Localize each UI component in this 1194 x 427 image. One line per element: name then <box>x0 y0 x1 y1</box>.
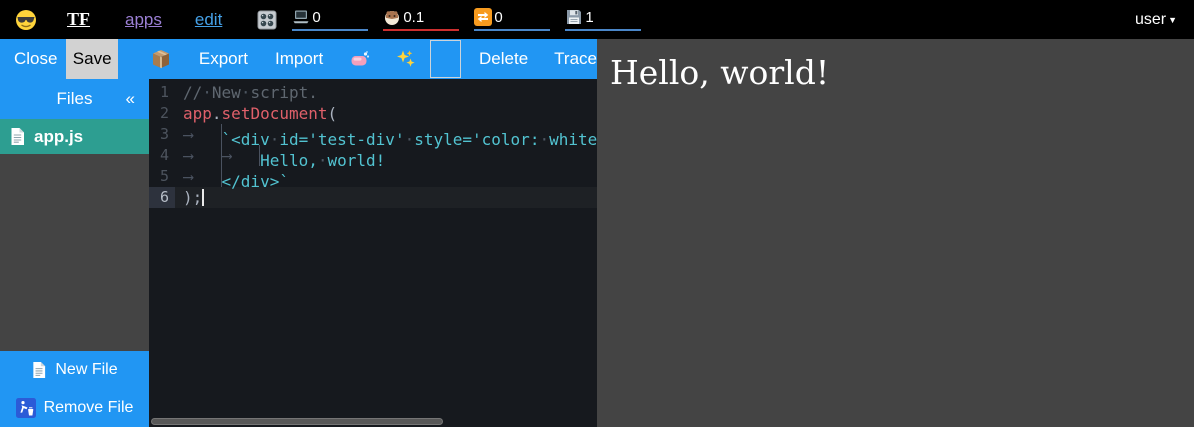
page-icon <box>31 361 47 379</box>
delete-button[interactable]: Delete <box>479 49 528 69</box>
code-token: // <box>183 83 202 102</box>
files-header: Files « <box>0 79 149 119</box>
code-token: · <box>318 151 328 170</box>
tab-indicator: ⟶ <box>183 124 222 145</box>
trace-button[interactable]: Trace <box>554 49 597 69</box>
editor-lines: 1//·New·script.2app.setDocument(3⟶`<div·… <box>149 82 597 208</box>
export-button[interactable]: Export <box>199 49 248 69</box>
sparkles-icon[interactable] <box>396 49 416 69</box>
tab-indicator: ⟶ <box>183 145 222 166</box>
code-editor[interactable]: 1//·New·script.2app.setDocument(3⟶`<div·… <box>149 79 597 427</box>
new-file-label: New File <box>55 361 117 379</box>
main-area: Close Save Export Import Delete Trace <box>0 39 1194 427</box>
code-line[interactable]: 3⟶`<div·id='test-div'·style='color:·whit… <box>149 124 597 145</box>
line-number: 3 <box>149 124 175 145</box>
editor-pane: Close Save Export Import Delete Trace <box>0 39 597 427</box>
floppy-meter[interactable]: 1 <box>565 8 641 31</box>
new-file-button[interactable]: New File <box>0 351 149 389</box>
line-number: 1 <box>149 82 175 103</box>
tab-indicator: ⟶ <box>222 145 261 166</box>
soap-icon[interactable] <box>350 50 370 68</box>
code-token: </div>` <box>222 172 289 191</box>
file-actions: New File Remove File <box>0 351 149 427</box>
code-line[interactable]: 6); <box>149 187 597 208</box>
remove-file-button[interactable]: Remove File <box>0 389 149 427</box>
code-token: white; <box>549 130 597 149</box>
user-menu-label: user <box>1135 11 1166 29</box>
package-icon[interactable] <box>151 49 171 69</box>
line-number: 6 <box>149 187 175 208</box>
smiling-face-with-sunglasses-icon[interactable] <box>15 9 37 31</box>
file-list-empty-space <box>0 154 149 351</box>
blank-button[interactable] <box>430 40 461 78</box>
line-number: 5 <box>149 166 175 187</box>
app-preview-pane: Hello, world! <box>597 39 1194 427</box>
code-token: setDocument <box>222 104 328 123</box>
code-token: ( <box>328 104 338 123</box>
editor-toolbar: Close Save Export Import Delete Trace <box>0 39 597 79</box>
chevron-down-icon: ▼ <box>1168 15 1177 25</box>
tab-indicator: ⟶ <box>183 166 222 187</box>
collapse-sidebar-button[interactable]: « <box>126 89 135 109</box>
preview-output-text: Hello, world! <box>610 53 1194 92</box>
meter-value: 0.1 <box>403 9 424 26</box>
meter-value: 0 <box>312 9 320 26</box>
close-button[interactable]: Close <box>14 49 57 69</box>
remove-file-label: Remove File <box>44 399 134 417</box>
line-number: 4 <box>149 145 175 166</box>
files-sidebar: Files « app.js <box>0 79 149 427</box>
litter-bin-icon <box>16 398 36 418</box>
code-token: . <box>212 104 222 123</box>
code-token: style='color: <box>414 130 539 149</box>
app-window: TF apps edit 0 0.1 0 1 <box>0 0 1194 427</box>
code-token: world! <box>328 151 386 170</box>
import-button[interactable]: Import <box>275 49 323 69</box>
hamster-icon <box>383 8 401 26</box>
code-token: script. <box>250 83 317 102</box>
home-link[interactable]: TF <box>67 9 90 30</box>
code-token: New <box>212 83 241 102</box>
laptop-meter[interactable]: 0 <box>292 8 368 31</box>
code-token: app <box>183 104 212 123</box>
save-button[interactable]: Save <box>66 39 117 79</box>
code-token: · <box>539 130 549 149</box>
files-title: Files <box>57 89 93 109</box>
meter-value: 0 <box>494 9 502 26</box>
apps-link[interactable]: apps <box>125 10 162 30</box>
top-bar: TF apps edit 0 0.1 0 1 <box>0 0 1194 39</box>
repeat-icon <box>474 8 492 26</box>
file-name: app.js <box>34 127 83 147</box>
floppy-disk-icon <box>565 8 583 26</box>
edit-link[interactable]: edit <box>195 10 222 30</box>
line-number: 2 <box>149 103 175 124</box>
code-line[interactable]: 1//·New·script. <box>149 82 597 103</box>
user-menu[interactable]: user▼ <box>1135 11 1177 29</box>
laptop-icon <box>292 8 310 26</box>
page-icon <box>9 127 26 146</box>
code-token: · <box>241 83 251 102</box>
file-item-appjs[interactable]: app.js <box>0 119 149 154</box>
hamster-meter[interactable]: 0.1 <box>383 8 459 31</box>
control-knobs-icon[interactable] <box>257 10 277 30</box>
code-token: · <box>405 130 415 149</box>
code-token: · <box>202 83 212 102</box>
workspace: Files « app.js <box>0 79 597 427</box>
code-line[interactable]: 2 app.setDocument( <box>149 103 597 124</box>
text-cursor <box>202 189 204 206</box>
meter-value: 1 <box>585 9 593 26</box>
code-token: ); <box>183 188 202 207</box>
horizontal-scrollbar[interactable] <box>151 418 443 425</box>
repeat-meter[interactable]: 0 <box>474 8 550 31</box>
